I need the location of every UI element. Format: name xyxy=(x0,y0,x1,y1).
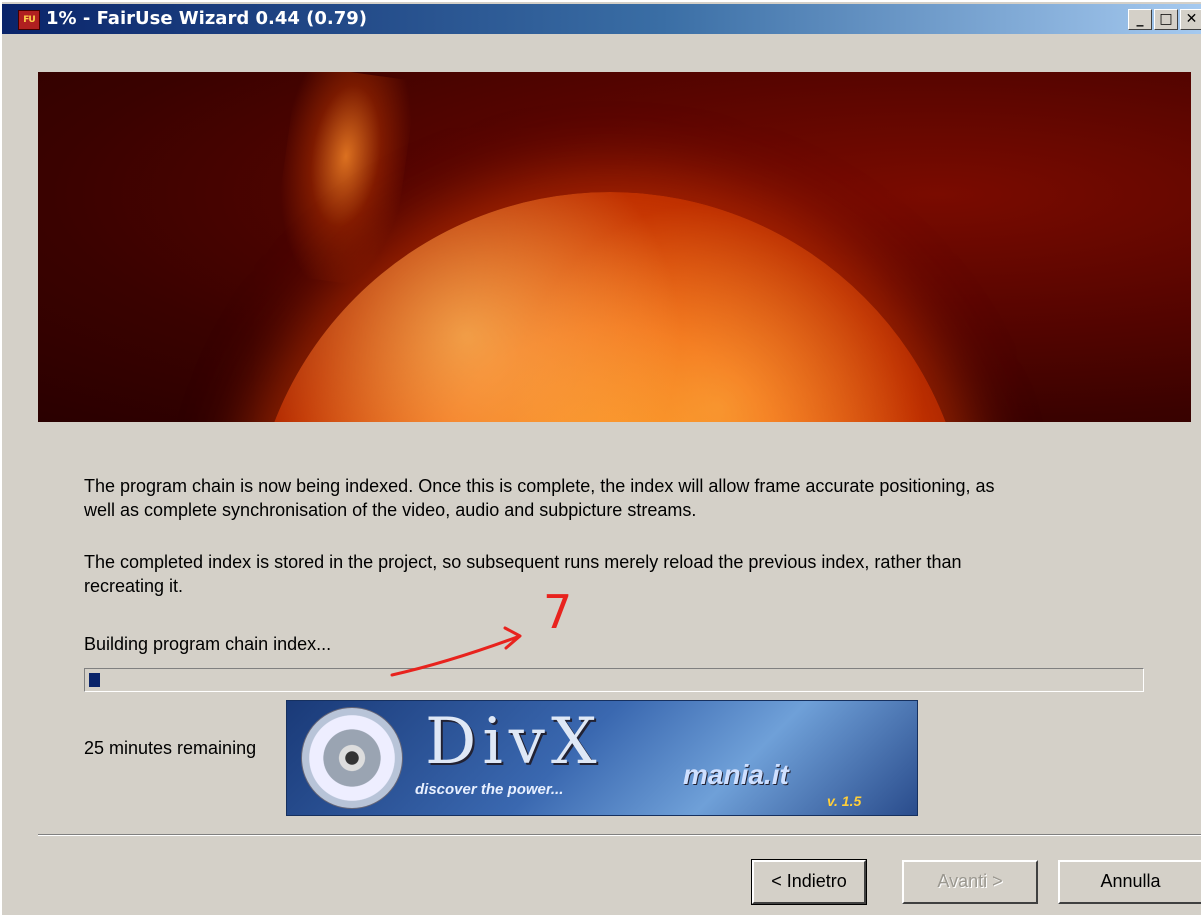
maximize-button[interactable]: □ xyxy=(1154,9,1178,30)
time-remaining-label: 25 minutes remaining xyxy=(84,738,257,758)
cancel-button[interactable]: Annulla xyxy=(1058,860,1201,904)
description-paragraph-1: The program chain is now being indexed. … xyxy=(84,476,995,520)
progress-bar xyxy=(84,668,1144,692)
hero-sun-image xyxy=(38,72,1191,422)
banner-site-name: mania.it xyxy=(683,759,789,790)
solar-flare xyxy=(268,72,418,290)
app-icon: FU xyxy=(18,10,40,30)
window-title: 1% - FairUse Wizard 0.44 (0.79) xyxy=(46,8,368,29)
banner-tagline: discover the power... xyxy=(415,781,564,798)
banner-version: v. 1.5 xyxy=(827,793,862,809)
wizard-window: FU 1% - FairUse Wizard 0.44 (0.79) _ □ ✕… xyxy=(0,0,1201,915)
close-button[interactable]: ✕ xyxy=(1180,9,1201,30)
divx-mania-banner: DivX discover the power... mania.it v. 1… xyxy=(286,700,918,816)
progress-status-label: Building program chain index... xyxy=(84,634,332,654)
footer-separator xyxy=(38,834,1201,836)
description-paragraph-2: The completed index is stored in the pro… xyxy=(84,552,962,596)
title-bar[interactable]: FU 1% - FairUse Wizard 0.44 (0.79) _ □ ✕ xyxy=(2,4,1201,34)
cd-disc-icon xyxy=(301,707,403,809)
progress-bar-fill xyxy=(89,673,100,687)
next-button[interactable]: Avanti > xyxy=(902,860,1038,904)
back-button[interactable]: < Indietro xyxy=(751,859,867,905)
divx-logo: DivX xyxy=(425,705,603,779)
minimize-button[interactable]: _ xyxy=(1128,9,1152,30)
